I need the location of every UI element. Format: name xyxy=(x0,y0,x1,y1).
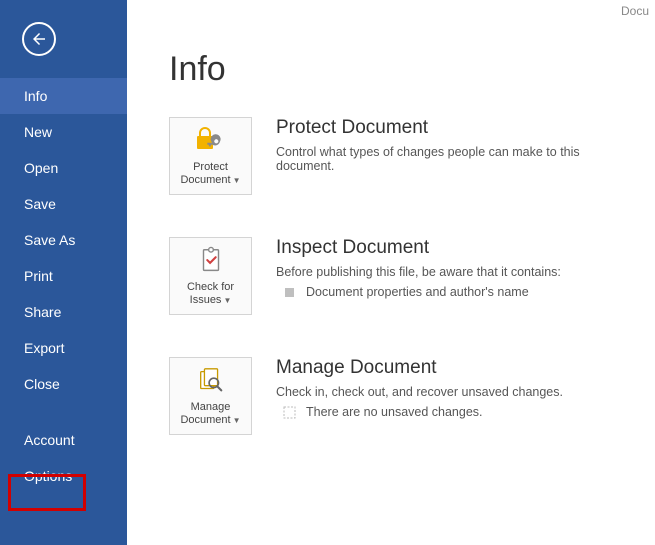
inspect-desc: Before publishing this file, be aware th… xyxy=(276,265,635,279)
page-title: Info xyxy=(169,50,655,89)
sidebar-item-info[interactable]: Info xyxy=(0,78,127,114)
check-issues-button[interactable]: Check for Issues▼ xyxy=(169,237,252,315)
sidebar-item-save[interactable]: Save xyxy=(0,186,127,222)
manage-bullet: There are no unsaved changes. xyxy=(276,405,635,419)
sidebar-item-share[interactable]: Share xyxy=(0,294,127,330)
chevron-down-icon: ▼ xyxy=(233,176,241,185)
chevron-down-icon: ▼ xyxy=(233,416,241,425)
sidebar-item-print[interactable]: Print xyxy=(0,258,127,294)
section-manage: Manage Document▼ Manage Document Check i… xyxy=(169,357,655,435)
square-bullet-icon xyxy=(282,285,296,299)
section-inspect: Check for Issues▼ Inspect Document Befor… xyxy=(169,237,655,315)
main-panel: Info Protect Document▼ Protect Document … xyxy=(127,0,655,545)
sidebar-nav: Info New Open Save Save As Print Share E… xyxy=(0,78,127,494)
backstage-sidebar: Info New Open Save Save As Print Share E… xyxy=(0,0,127,545)
back-button[interactable] xyxy=(22,22,56,56)
back-arrow-icon xyxy=(30,30,48,48)
sidebar-item-close[interactable]: Close xyxy=(0,366,127,402)
manage-card-label: Manage Document▼ xyxy=(172,401,249,426)
inspect-bullet: Document properties and author's name xyxy=(276,285,635,299)
manage-heading: Manage Document xyxy=(276,357,635,379)
sidebar-item-open[interactable]: Open xyxy=(0,150,127,186)
manage-document-button[interactable]: Manage Document▼ xyxy=(169,357,252,435)
manage-desc: Check in, check out, and recover unsaved… xyxy=(276,385,635,399)
sidebar-item-account[interactable]: Account xyxy=(0,422,127,458)
inspect-heading: Inspect Document xyxy=(276,237,635,259)
sidebar-item-new[interactable]: New xyxy=(0,114,127,150)
document-check-icon xyxy=(195,245,227,277)
check-card-label: Check for Issues▼ xyxy=(172,281,249,306)
protect-desc: Control what types of changes people can… xyxy=(276,145,635,173)
chevron-down-icon: ▼ xyxy=(223,296,231,305)
sidebar-item-export[interactable]: Export xyxy=(0,330,127,366)
lock-key-icon xyxy=(195,125,227,157)
protect-card-label: Protect Document▼ xyxy=(172,161,249,186)
sidebar-item-options[interactable]: Options xyxy=(0,458,127,494)
protect-heading: Protect Document xyxy=(276,117,635,139)
sidebar-item-save-as[interactable]: Save As xyxy=(0,222,127,258)
protect-document-button[interactable]: Protect Document▼ xyxy=(169,117,252,195)
section-protect: Protect Document▼ Protect Document Contr… xyxy=(169,117,655,195)
unsaved-icon xyxy=(282,405,296,419)
documents-magnify-icon xyxy=(195,365,227,397)
